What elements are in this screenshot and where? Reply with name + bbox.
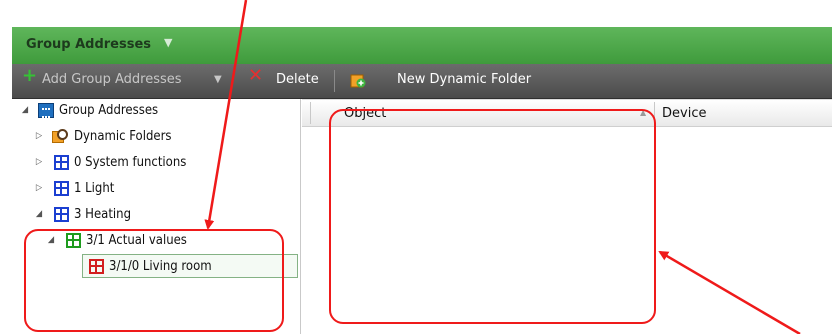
tree-item-system-functions[interactable]: ▷ 0 System functions: [32, 151, 186, 173]
toolbar-separator: [334, 70, 335, 92]
group-icon: [54, 154, 69, 170]
group-addresses-icon: [38, 102, 54, 118]
add-group-addresses-button[interactable]: Add Group Addresses: [42, 72, 182, 90]
tree-item-heating[interactable]: ◢ 3 Heating: [32, 203, 131, 225]
tree-item-label: Dynamic Folders: [74, 128, 172, 144]
group-icon: [54, 180, 69, 196]
tree-item-dynamic-folders[interactable]: ▷ Dynamic Folders: [32, 125, 172, 147]
annotation-rectangle-table: [329, 109, 656, 324]
tree-item-label: 3 Heating: [74, 206, 131, 222]
collapsed-arrow-icon[interactable]: ▷: [32, 183, 46, 193]
window-title: Group Addresses: [26, 37, 152, 52]
column-header-device[interactable]: Device: [662, 106, 706, 121]
dynamic-folder-icon: [52, 128, 70, 144]
add-icon[interactable]: +: [22, 67, 37, 85]
tree-item-label: 0 System functions: [74, 154, 187, 170]
new-dynamic-folder-button[interactable]: New Dynamic Folder: [397, 72, 531, 90]
delete-icon[interactable]: ✕: [248, 67, 263, 85]
title-dropdown-icon[interactable]: ▼: [164, 36, 172, 49]
tree-item-label: 1 Light: [74, 180, 115, 196]
add-dropdown-icon[interactable]: ▼: [214, 74, 222, 92]
new-dynamic-folder-icon[interactable]: [350, 72, 366, 88]
tree-item-light[interactable]: ▷ 1 Light: [32, 177, 114, 199]
collapsed-arrow-icon[interactable]: ▷: [32, 131, 46, 141]
annotation-rectangle-tree: [24, 229, 284, 332]
toolbar: + Add Group Addresses ▼ ✕ Delete New Dyn…: [12, 64, 832, 99]
expanded-arrow-icon[interactable]: ◢: [18, 105, 32, 115]
collapsed-arrow-icon[interactable]: ▷: [32, 157, 46, 167]
tree-item-group-addresses[interactable]: ◢ Group Addresses: [18, 99, 158, 121]
expanded-arrow-icon[interactable]: ◢: [32, 209, 46, 219]
column-divider[interactable]: [310, 102, 311, 124]
tree-item-label: Group Addresses: [59, 102, 159, 118]
title-bar: Group Addresses ▼: [12, 27, 832, 65]
group-icon: [54, 206, 69, 222]
delete-button[interactable]: Delete: [276, 72, 319, 90]
